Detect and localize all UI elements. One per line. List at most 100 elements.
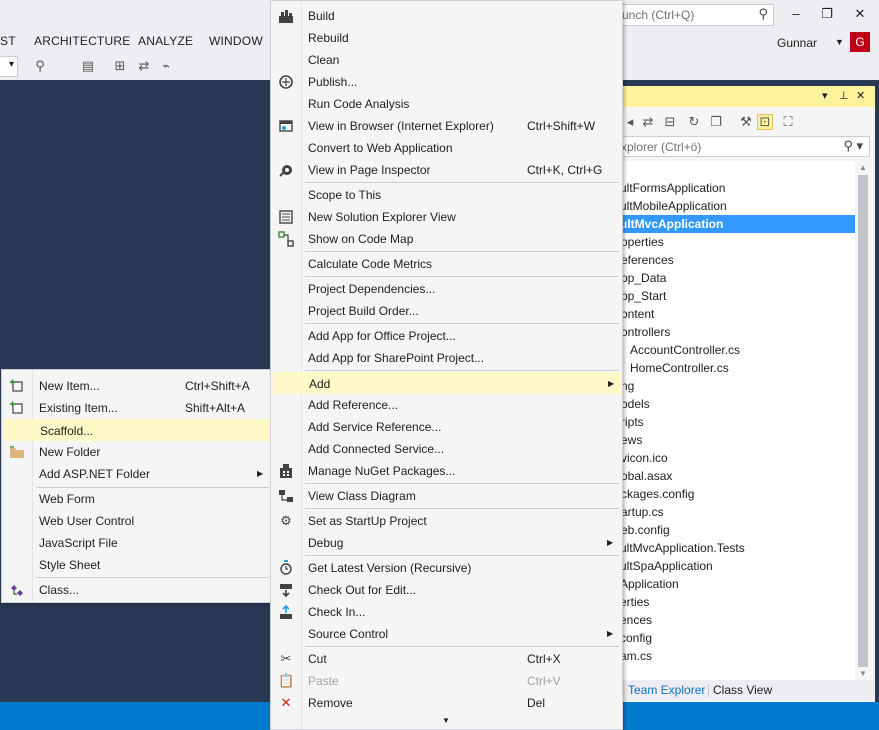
tree-item[interactable]: config: [620, 629, 855, 647]
menu-item-add-reference[interactable]: Add Reference...: [273, 394, 622, 416]
menu-item-manage-nuget-packages[interactable]: Manage NuGet Packages...: [273, 460, 622, 482]
close-icon[interactable]: ✕: [856, 89, 865, 102]
configuration-combo[interactable]: ▾: [0, 56, 18, 77]
preview-icon[interactable]: ⊡: [757, 114, 773, 130]
comment-icon[interactable]: ⌁: [158, 58, 174, 74]
menu-item-project-build-order[interactable]: Project Build Order...: [273, 300, 622, 322]
menu-item-check-out-for-edit[interactable]: Check Out for Edit...: [273, 579, 622, 601]
pin-icon[interactable]: ⊥: [839, 89, 849, 102]
menu-item-cut[interactable]: ✂ Cut Ctrl+X: [273, 648, 622, 670]
tree-item[interactable]: ckages.config: [620, 485, 855, 503]
class-diagram-icon[interactable]: ⛶: [780, 114, 796, 130]
menu-item-publish[interactable]: Publish...: [273, 71, 622, 93]
menu-item-add-aspnet-folder[interactable]: Add ASP.NET Folder ▶: [4, 463, 271, 485]
menu-item-convert-to-web-application[interactable]: Convert to Web Application: [273, 137, 622, 159]
menubar-item-analyze[interactable]: ANALYZE: [138, 34, 193, 48]
tree-item-selected[interactable]: ultMvcApplication: [620, 215, 855, 233]
tree-item[interactable]: artup.cs: [620, 503, 855, 521]
sync-icon[interactable]: ⇄: [640, 114, 656, 130]
chevron-down-icon[interactable]: ▼: [835, 37, 844, 47]
tree-item[interactable]: ences: [620, 611, 855, 629]
menu-item-new-item[interactable]: New Item... Ctrl+Shift+A: [4, 375, 271, 397]
collapse-icon[interactable]: ⊟: [662, 114, 678, 130]
menu-item-run-code-analysis[interactable]: Run Code Analysis: [273, 93, 622, 115]
tree-item[interactable]: ultFormsApplication: [620, 179, 855, 197]
menu-item-new-folder[interactable]: New Folder: [4, 441, 271, 463]
menu-item-add[interactable]: Add ▶: [273, 372, 622, 394]
menu-item-show-on-code-map[interactable]: Show on Code Map: [273, 228, 622, 250]
back-icon[interactable]: ◂: [622, 114, 638, 130]
menu-item-add-app-for-office[interactable]: Add App for Office Project...: [273, 325, 622, 347]
dropdown-icon[interactable]: ▾: [822, 89, 828, 102]
user-name[interactable]: Gunnar: [777, 36, 817, 50]
scrollbar-thumb[interactable]: [858, 175, 868, 667]
menu-item-style-sheet[interactable]: Style Sheet: [4, 554, 271, 576]
menu-item-source-control[interactable]: Source Control ▶: [273, 623, 622, 645]
tab-class-view[interactable]: Class View: [713, 683, 772, 697]
menu-item-view-class-diagram[interactable]: View Class Diagram: [273, 485, 622, 507]
menu-item-view-in-browser[interactable]: View in Browser (Internet Explorer) Ctrl…: [273, 115, 622, 137]
menu-item-clean[interactable]: Clean: [273, 49, 622, 71]
tree-item[interactable]: ultMvcApplication.Tests: [620, 539, 855, 557]
show-all-icon[interactable]: ❐: [708, 114, 724, 130]
menu-item-rebuild[interactable]: Rebuild: [273, 27, 622, 49]
tree-item[interactable]: ultSpaApplication: [620, 557, 855, 575]
refresh-icon[interactable]: ↻: [686, 114, 702, 130]
find-icon[interactable]: ⚲: [32, 58, 48, 74]
menu-item-scope-to-this[interactable]: Scope to This: [273, 184, 622, 206]
menu-item-debug[interactable]: Debug ▶: [273, 532, 622, 554]
tree-item[interactable]: ripts: [620, 413, 855, 431]
tree-item[interactable]: obal.asax: [620, 467, 855, 485]
attach-icon[interactable]: ⊞: [112, 58, 128, 74]
vertical-scrollbar[interactable]: ▲ ▼: [856, 161, 871, 681]
tree-item[interactable]: vicon.ico: [620, 449, 855, 467]
menu-item-check-in[interactable]: Check In...: [273, 601, 622, 623]
menubar-item-architecture[interactable]: ARCHITECTURE: [34, 34, 130, 48]
menu-item-remove[interactable]: ✕ Remove Del: [273, 692, 622, 714]
workflow-icon[interactable]: ⇄: [136, 58, 152, 74]
menu-item-web-form[interactable]: Web Form: [4, 488, 271, 510]
menu-item-project-dependencies[interactable]: Project Dependencies...: [273, 278, 622, 300]
tree-item[interactable]: odels: [620, 395, 855, 413]
tree-item[interactable]: am.cs: [620, 647, 855, 665]
tree-item[interactable]: eb.config: [620, 521, 855, 539]
tree-item[interactable]: operties: [620, 233, 855, 251]
scroll-more-icon[interactable]: ▼: [442, 716, 450, 725]
menu-item-add-connected-service[interactable]: Add Connected Service...: [273, 438, 622, 460]
quick-launch-input[interactable]: unch (Ctrl+Q) ⚲: [618, 4, 774, 26]
tree-item[interactable]: AccountController.cs: [620, 341, 855, 359]
tree-item[interactable]: HomeController.cs: [620, 359, 855, 377]
close-button[interactable]: ✕: [850, 6, 870, 24]
minimize-button[interactable]: –: [786, 6, 806, 24]
tree-item[interactable]: ultMobileApplication: [620, 197, 855, 215]
menu-item-get-latest-version[interactable]: Get Latest Version (Recursive): [273, 557, 622, 579]
menu-item-web-user-control[interactable]: Web User Control: [4, 510, 271, 532]
wrench-icon[interactable]: ⚒: [738, 114, 754, 130]
scroll-down-icon[interactable]: ▼: [859, 669, 867, 678]
tree-item[interactable]: ontent: [620, 305, 855, 323]
menu-item-view-in-page-inspector[interactable]: View in Page Inspector Ctrl+K, Ctrl+G: [273, 159, 622, 181]
tree-item[interactable]: ontrollers: [620, 323, 855, 341]
scroll-up-icon[interactable]: ▲: [859, 163, 867, 172]
menu-item-new-solution-explorer-view[interactable]: New Solution Explorer View: [273, 206, 622, 228]
avatar[interactable]: G: [850, 32, 870, 52]
menu-item-add-app-for-sharepoint[interactable]: Add App for SharePoint Project...: [273, 347, 622, 369]
tab-team-explorer[interactable]: Team Explorer: [628, 683, 705, 697]
bookmark-icon[interactable]: ▤: [80, 58, 96, 74]
menu-item-javascript-file[interactable]: JavaScript File: [4, 532, 271, 554]
menu-item-add-service-reference[interactable]: Add Service Reference...: [273, 416, 622, 438]
solution-explorer-search-input[interactable]: xplorer (Ctrl+ö) ⚲ ▾: [620, 136, 870, 157]
menu-item-existing-item[interactable]: Existing Item... Shift+Alt+A: [4, 397, 271, 419]
menu-item-calculate-code-metrics[interactable]: Calculate Code Metrics: [273, 253, 622, 275]
tree-item[interactable]: ng: [620, 377, 855, 395]
menubar-item-window[interactable]: WINDOW: [209, 34, 263, 48]
menubar-item-test[interactable]: ST: [0, 34, 16, 48]
tree-item[interactable]: eferences: [620, 251, 855, 269]
tree-item[interactable]: ews: [620, 431, 855, 449]
tree-item[interactable]: pp_Data: [620, 269, 855, 287]
tree-item[interactable]: Application: [620, 575, 855, 593]
menu-item-build[interactable]: Build: [273, 5, 622, 27]
tree-item[interactable]: pp_Start: [620, 287, 855, 305]
menu-item-scaffold[interactable]: Scaffold...: [4, 419, 271, 441]
tree-item[interactable]: erties: [620, 593, 855, 611]
